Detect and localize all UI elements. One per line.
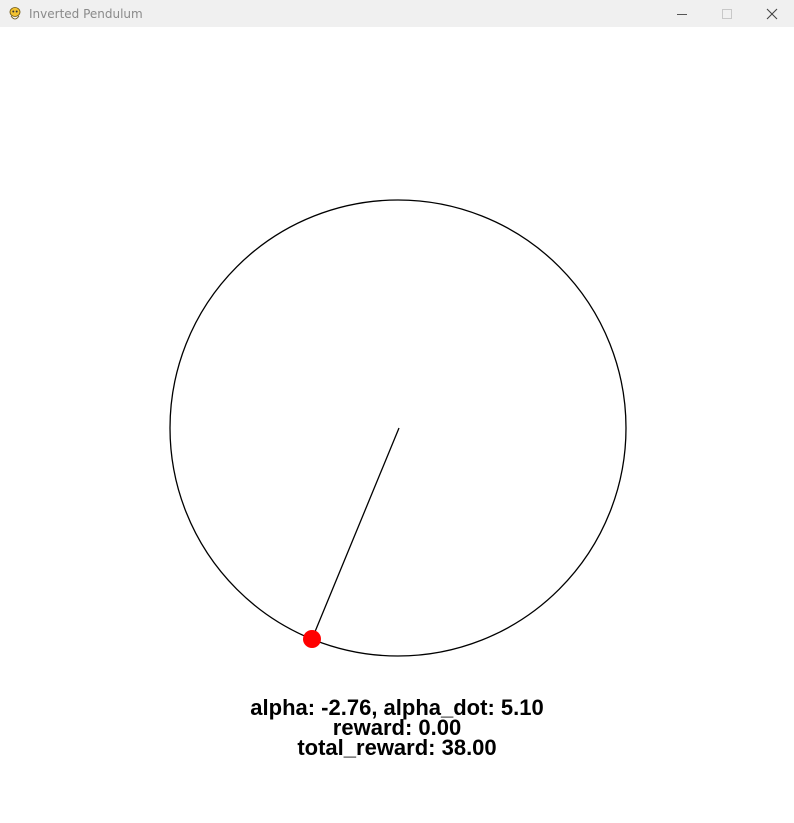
title-bar[interactable]: Inverted Pendulum — [0, 0, 794, 27]
maximize-icon — [721, 8, 732, 19]
maximize-button[interactable] — [704, 0, 749, 27]
close-icon — [766, 8, 777, 19]
close-button[interactable] — [749, 0, 794, 27]
window-title: Inverted Pendulum — [29, 6, 143, 21]
app-window: Inverted Pendulum alpha: -2.76, alpha_do… — [0, 0, 794, 823]
minimize-button[interactable] — [659, 0, 704, 27]
total-reward-readout: total_reward: 38.00 — [297, 735, 497, 760]
minimize-icon — [676, 13, 687, 15]
pendulum-bob — [303, 630, 321, 648]
pendulum-track-circle — [169, 199, 627, 657]
pygame-snake-icon — [7, 6, 23, 22]
pendulum-rod — [311, 427, 400, 640]
window-controls — [659, 0, 794, 27]
pendulum-canvas: alpha: -2.76, alpha_dot: 5.10 reward: 0.… — [0, 27, 794, 823]
